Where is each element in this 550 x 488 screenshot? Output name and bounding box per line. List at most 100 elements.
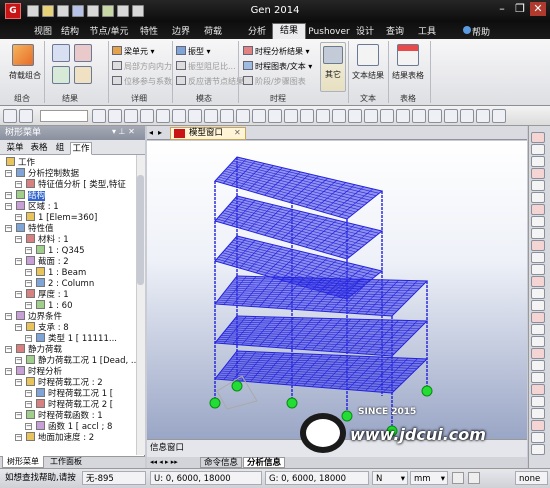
- filter-dropdown[interactable]: [40, 110, 88, 122]
- tab-table[interactable]: 表格: [28, 142, 50, 155]
- tree-item[interactable]: − 静力荷载: [0, 344, 136, 355]
- unit-lock-icon[interactable]: [452, 472, 464, 484]
- tree-expander-icon[interactable]: −: [15, 181, 22, 188]
- rotate-icon[interactable]: [364, 109, 378, 123]
- tree-expander-icon[interactable]: −: [15, 357, 22, 364]
- length-unit-select[interactable]: mm ▾: [410, 471, 448, 485]
- tree-expander-icon[interactable]: −: [15, 434, 22, 441]
- load-combination-button[interactable]: 荷载组合: [9, 70, 41, 81]
- side-tool-icon[interactable]: [531, 396, 545, 407]
- side-tool-icon[interactable]: [531, 180, 545, 191]
- select-volume-icon[interactable]: [156, 109, 170, 123]
- tree-expander-icon[interactable]: −: [15, 379, 22, 386]
- tree-expander-icon[interactable]: −: [25, 247, 32, 254]
- select-all-icon[interactable]: [172, 109, 186, 123]
- mode-shape-button[interactable]: 振型 ▾: [176, 46, 211, 57]
- force-unit-select[interactable]: N ▾: [372, 471, 408, 485]
- tab-pushover[interactable]: Pushover: [306, 25, 352, 39]
- tree-item[interactable]: − 厚度 : 1: [0, 289, 136, 300]
- side-tool-icon[interactable]: [531, 168, 545, 179]
- select-plane-icon[interactable]: [140, 109, 154, 123]
- local-force-button[interactable]: 局部方向内力: [112, 61, 172, 72]
- tab-analysis[interactable]: 分析: [242, 25, 272, 39]
- tree-item[interactable]: − 结构: [0, 190, 136, 201]
- side-tool-icon[interactable]: [531, 420, 545, 431]
- tree-item[interactable]: − 1 : Q345: [0, 245, 136, 256]
- tree-item[interactable]: − 函数 1 [ accl ; 8: [0, 421, 136, 432]
- model-canvas[interactable]: [147, 141, 527, 439]
- tree-expander-icon[interactable]: −: [25, 423, 32, 430]
- modal-damping-button[interactable]: 振型阻尼比...: [176, 61, 236, 72]
- snap-icon[interactable]: [468, 472, 480, 484]
- iso-view-icon[interactable]: [300, 109, 314, 123]
- tab-work[interactable]: 工作: [70, 142, 92, 155]
- deformation-icon[interactable]: [74, 44, 92, 62]
- tab-structure[interactable]: 结构: [56, 25, 84, 39]
- tree-expander-icon[interactable]: −: [5, 368, 12, 375]
- tree-expander-icon[interactable]: −: [15, 258, 22, 265]
- tree-expander-icon[interactable]: −: [5, 192, 12, 199]
- tree-item[interactable]: − 边界条件: [0, 311, 136, 322]
- tree-expander-icon[interactable]: −: [15, 324, 22, 331]
- tree-expander-icon[interactable]: −: [15, 214, 22, 221]
- tree-expander-icon[interactable]: −: [15, 412, 22, 419]
- activate-all-icon[interactable]: [236, 109, 250, 123]
- displacement-participation-button[interactable]: 位移参与系数: [112, 76, 172, 87]
- footer-tab-tree[interactable]: 树形菜单: [2, 456, 44, 468]
- side-tool-icon[interactable]: [531, 216, 545, 227]
- text-result-icon[interactable]: [357, 44, 379, 66]
- initial-view-icon[interactable]: [476, 109, 490, 123]
- tab-properties[interactable]: 特性: [134, 25, 164, 39]
- top-view-icon[interactable]: [316, 109, 330, 123]
- tree-item[interactable]: − 时程分析: [0, 366, 136, 377]
- tab-tools[interactable]: 工具: [412, 25, 442, 39]
- tab-design[interactable]: 设计: [350, 25, 380, 39]
- tree-item[interactable]: − 时程荷载工况 1 [: [0, 388, 136, 399]
- right-view-icon[interactable]: [348, 109, 362, 123]
- stage-step-graph-button[interactable]: 阶段/步骤图表: [243, 76, 306, 87]
- tree-item[interactable]: − 静力荷载工况 1 [Dead, ...: [0, 355, 136, 366]
- tree-item[interactable]: − 时程荷载函数 : 1: [0, 410, 136, 421]
- select-polygon-icon[interactable]: [108, 109, 122, 123]
- side-tool-icon[interactable]: [531, 348, 545, 359]
- select-icon[interactable]: [3, 109, 17, 123]
- reaction-icon[interactable]: [52, 44, 70, 62]
- tree-expander-icon[interactable]: −: [5, 225, 12, 232]
- displacement-icon[interactable]: [52, 66, 70, 84]
- inactivate-icon[interactable]: [220, 109, 234, 123]
- time-history-graph-button[interactable]: 时程图表/文本 ▾: [243, 61, 312, 72]
- render-icon[interactable]: [428, 109, 442, 123]
- tree-item[interactable]: − 分析控制数据: [0, 168, 136, 179]
- tree-item[interactable]: − 1 [Elem=360]: [0, 212, 136, 223]
- zoom-fit-icon[interactable]: [396, 109, 410, 123]
- tab-query[interactable]: 查询: [380, 25, 410, 39]
- select-window-icon[interactable]: [92, 109, 106, 123]
- tree-item[interactable]: − 材料 : 1: [0, 234, 136, 245]
- side-tool-icon[interactable]: [531, 336, 545, 347]
- tree-expander-icon[interactable]: −: [5, 313, 12, 320]
- restore-button[interactable]: ❐: [512, 2, 528, 16]
- perspective-icon[interactable]: [412, 109, 426, 123]
- zoom-icon[interactable]: [19, 109, 33, 123]
- tab-boundary[interactable]: 边界: [166, 25, 196, 39]
- spectrum-node-button[interactable]: 反应谱节点结果: [176, 76, 244, 87]
- side-tool-icon[interactable]: [531, 192, 545, 203]
- tab-command-message[interactable]: 命令信息: [200, 457, 243, 468]
- side-tool-icon[interactable]: [531, 240, 545, 251]
- side-tool-icon[interactable]: [531, 432, 545, 443]
- shrink-icon[interactable]: [268, 109, 282, 123]
- tree-item[interactable]: − 特性值: [0, 223, 136, 234]
- tree-item[interactable]: − 1 : 60: [0, 300, 136, 311]
- result-table-icon[interactable]: [397, 44, 419, 66]
- doc-nav-left[interactable]: ◂: [149, 128, 153, 137]
- tab-view[interactable]: 视图: [30, 25, 56, 39]
- close-button[interactable]: ✕: [530, 2, 546, 16]
- side-tool-icon[interactable]: [531, 156, 545, 167]
- tree-expander-icon[interactable]: −: [25, 269, 32, 276]
- side-tool-icon[interactable]: [531, 312, 545, 323]
- tree-item[interactable]: − 时程荷载工况 : 2: [0, 377, 136, 388]
- zoom-select[interactable]: none: [515, 471, 548, 485]
- side-tool-icon[interactable]: [531, 264, 545, 275]
- side-tool-icon[interactable]: [531, 228, 545, 239]
- activate-icon[interactable]: [204, 109, 218, 123]
